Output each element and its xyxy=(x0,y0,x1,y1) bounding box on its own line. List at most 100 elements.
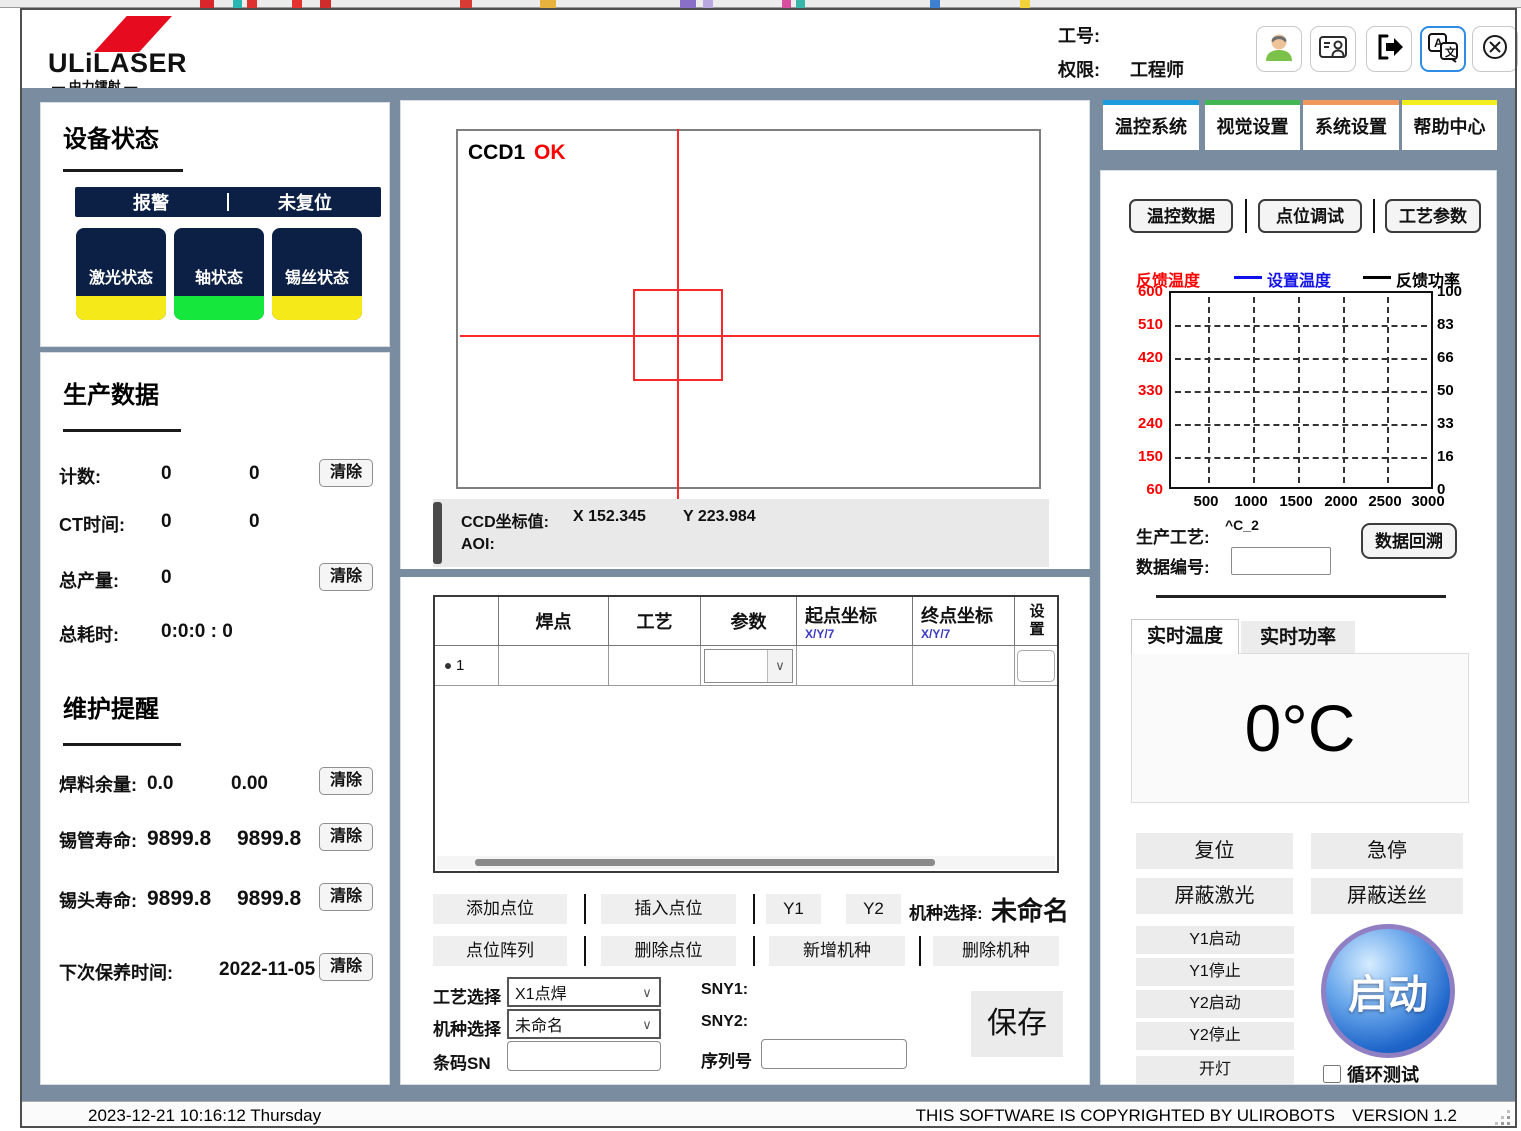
resize-grip[interactable] xyxy=(1495,1110,1511,1126)
center-panel: CCD1 OK CCD坐标值: X 152.345 Y 223.984 AOI:… xyxy=(400,100,1090,1085)
maintenance-title: 维护提醒 xyxy=(63,689,159,724)
close-app-button[interactable] xyxy=(1472,26,1518,72)
y2-start-button[interactable]: Y2启动 xyxy=(1136,990,1294,1018)
model-select[interactable]: 未命名 ∨ xyxy=(507,1009,661,1039)
parameter-dropdown[interactable]: ∨ xyxy=(704,649,793,683)
data-backtrack-button[interactable]: 数据回溯 xyxy=(1361,523,1457,559)
axis-status-light xyxy=(174,296,264,320)
clear-solder-button[interactable]: 清除 xyxy=(319,767,373,795)
y2-stop-button[interactable]: Y2停止 xyxy=(1136,1022,1294,1050)
mask-wire-button[interactable]: 屏蔽送丝 xyxy=(1311,878,1463,914)
employee-id-label: 工号: xyxy=(1058,22,1100,48)
loop-test-label: 循环测试 xyxy=(1347,1061,1419,1087)
reset-button[interactable]: 复位 xyxy=(1136,833,1293,869)
tab-help-center[interactable]: 帮助中心 xyxy=(1402,100,1497,150)
data-number-input[interactable] xyxy=(1231,547,1331,575)
point-debug-button[interactable]: 点位调试 xyxy=(1258,199,1362,233)
y1-button[interactable]: Y1 xyxy=(766,894,821,924)
legend-line-set-temp xyxy=(1234,276,1262,279)
model-select-value: 未命名 xyxy=(991,891,1069,928)
laser-status-tile: 激光状态 xyxy=(76,228,166,320)
x-axis-tick: 2000 xyxy=(1318,493,1364,510)
header-settings: 设置 xyxy=(1015,597,1057,645)
start-button[interactable]: 启动 xyxy=(1321,924,1455,1058)
clear-maintenance-button[interactable]: 清除 xyxy=(319,953,373,981)
process-cell[interactable] xyxy=(609,646,701,686)
end-coord-cell[interactable] xyxy=(913,646,1015,686)
realtime-temp-value: 0°C xyxy=(1245,690,1356,766)
new-model-button[interactable]: 新增机种 xyxy=(769,936,905,966)
section-underline xyxy=(63,429,181,432)
row-marker-dot xyxy=(445,663,451,669)
loop-test-group: 循环测试 xyxy=(1323,1061,1419,1087)
ccd-camera-label: CCD1 xyxy=(468,141,525,165)
section-underline xyxy=(63,743,181,746)
y1-start-button[interactable]: Y1启动 xyxy=(1136,926,1294,954)
model-select-value-form: 未命名 xyxy=(509,1012,563,1036)
loop-test-checkbox[interactable] xyxy=(1323,1065,1341,1083)
axis-status-tile: 轴状态 xyxy=(174,228,264,320)
total-output-value: 0 xyxy=(161,567,172,589)
mask-laser-button[interactable]: 屏蔽激光 xyxy=(1136,878,1293,914)
row-settings-button[interactable] xyxy=(1017,650,1055,682)
y1-stop-button[interactable]: Y1停止 xyxy=(1136,958,1294,986)
estop-button[interactable]: 急停 xyxy=(1311,833,1463,869)
artifact-chip xyxy=(680,0,696,8)
barcode-sn-input[interactable] xyxy=(507,1041,661,1071)
header-row-marker xyxy=(435,597,499,645)
x-axis-tick: 1500 xyxy=(1273,493,1319,510)
clear-tube-button[interactable]: 清除 xyxy=(319,823,373,851)
serial-number-input[interactable] xyxy=(761,1039,907,1069)
clear-tip-button[interactable]: 清除 xyxy=(319,883,373,911)
y2-button[interactable]: Y2 xyxy=(846,894,901,924)
insert-point-button[interactable]: 插入点位 xyxy=(601,894,736,924)
process-param-button[interactable]: 工艺参数 xyxy=(1385,199,1481,233)
tab-realtime-temp[interactable]: 实时温度 xyxy=(1131,619,1239,654)
total-time-value: 0:0:0 : 0 xyxy=(161,621,233,643)
start-coord-sub: X/Y/7 xyxy=(805,628,834,640)
tab-system-settings[interactable]: 系统设置 xyxy=(1303,100,1399,150)
ccd-coord-x: X 152.345 xyxy=(573,508,646,526)
table-row[interactable]: 1 ∨ xyxy=(435,646,1057,686)
tab-temp-control[interactable]: 温控系统 xyxy=(1103,100,1199,150)
tin-tip-life-value-2: 9899.8 xyxy=(237,887,301,911)
start-coord-cell[interactable] xyxy=(797,646,913,686)
grid-line xyxy=(1298,297,1300,483)
model-select-form-label: 机种选择 xyxy=(433,1015,501,1040)
temp-data-button[interactable]: 温控数据 xyxy=(1129,199,1233,233)
table-hscrollbar[interactable] xyxy=(437,856,1055,869)
add-point-button[interactable]: 添加点位 xyxy=(433,894,567,924)
wire-status-light xyxy=(272,296,362,320)
language-switch-button[interactable]: A 文 xyxy=(1420,26,1466,72)
weld-point-cell[interactable] xyxy=(499,646,609,686)
grid-line xyxy=(1253,297,1255,483)
user-avatar-button[interactable] xyxy=(1256,26,1302,72)
axis-status-label: 轴状态 xyxy=(174,228,264,296)
solder-remaining-value-2: 0.00 xyxy=(231,773,268,795)
row-marker-cell[interactable]: 1 xyxy=(435,646,499,686)
brand-name: ULiLASER xyxy=(48,48,187,79)
artifact-chip xyxy=(200,0,214,8)
tab-realtime-power[interactable]: 实时功率 xyxy=(1241,621,1355,654)
save-button[interactable]: 保存 xyxy=(971,991,1063,1057)
header-end-coord: 终点坐标 X/Y/7 xyxy=(913,597,1015,645)
y-axis-right-tick: 83 xyxy=(1437,316,1479,333)
clear-count-button[interactable]: 清除 xyxy=(319,459,373,487)
logout-button[interactable] xyxy=(1366,26,1412,72)
process-select[interactable]: X1点焊 ∨ xyxy=(507,977,661,1007)
hscrollbar-thumb[interactable] xyxy=(475,859,935,866)
x-axis-tick: 500 xyxy=(1183,493,1229,510)
clear-total-button[interactable]: 清除 xyxy=(319,563,373,591)
tab-vision-settings[interactable]: 视觉设置 xyxy=(1205,100,1300,150)
user-info-button[interactable] xyxy=(1310,26,1356,72)
x-axis-tick: 3000 xyxy=(1405,493,1451,510)
light-on-button[interactable]: 开灯 xyxy=(1136,1056,1294,1084)
x-axis-tick: 1000 xyxy=(1228,493,1274,510)
separator xyxy=(753,894,755,924)
roi-rectangle xyxy=(633,289,723,381)
right-divider xyxy=(1156,595,1446,598)
delete-point-button[interactable]: 删除点位 xyxy=(601,936,736,966)
delete-model-button[interactable]: 删除机种 xyxy=(933,936,1059,966)
point-array-button[interactable]: 点位阵列 xyxy=(433,936,567,966)
logo-flag-icon xyxy=(94,16,172,52)
